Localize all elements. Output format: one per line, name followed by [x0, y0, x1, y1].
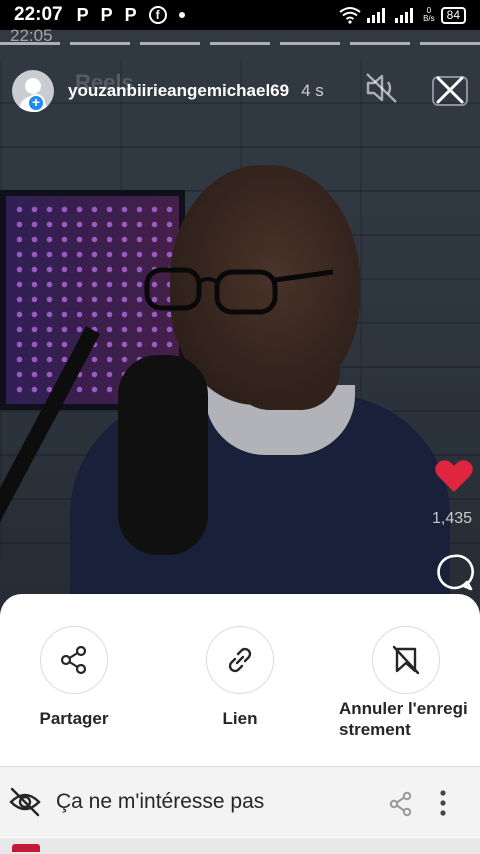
close-icon[interactable] — [430, 70, 470, 110]
link-action-circle[interactable] — [206, 626, 274, 694]
ghost-status-bar: 22:05 — [0, 26, 480, 48]
sheet-actions-row: Partager Lien Annuler l'enregistrement — [0, 626, 480, 766]
eye-off-icon — [9, 787, 41, 817]
like-count: 1,435 — [431, 510, 473, 527]
status-right: 0 B/s 84 — [339, 6, 466, 24]
notification-p-icon: P — [100, 4, 113, 25]
signal-icon-2 — [395, 8, 414, 23]
link-label: Lien — [222, 709, 258, 728]
battery-indicator: 84 — [440, 6, 466, 24]
heart-icon[interactable] — [434, 458, 474, 494]
share-icon[interactable] — [388, 791, 414, 817]
unsave-action-circle[interactable] — [372, 626, 440, 694]
add-story-plus-icon[interactable]: + — [27, 94, 45, 112]
next-item-peek — [0, 838, 480, 854]
not-interested-label: Ça ne m'intéresse pas — [56, 790, 265, 813]
notification-icons: P P P f — [77, 5, 185, 26]
share-icon — [60, 645, 87, 675]
signal-icon — [367, 8, 386, 23]
link-action[interactable]: Lien — [170, 626, 310, 729]
username[interactable]: youzanbiirieangemichael69 — [68, 81, 289, 101]
unsave-action[interactable]: Annuler l'enregistrement — [336, 626, 476, 740]
share-label: Partager — [39, 709, 109, 728]
more-options-icon[interactable] — [436, 789, 450, 817]
notification-p-icon: P — [76, 4, 89, 25]
not-interested-row[interactable]: Ça ne m'intéresse pas — [0, 767, 480, 837]
comment-icon[interactable] — [434, 552, 474, 592]
speaker-muted-icon[interactable] — [364, 70, 400, 106]
network-speed: 0 B/s — [423, 6, 435, 23]
unsave-bookmark-icon — [392, 645, 420, 675]
facebook-icon: f — [148, 6, 167, 24]
share-action[interactable]: Partager — [4, 626, 144, 729]
notification-p-icon: P — [124, 4, 137, 25]
status-time: 22:07 — [14, 4, 63, 25]
unsave-label: Annuler l'enregistrement — [339, 699, 468, 739]
more-notifications-dot-icon — [178, 12, 185, 18]
share-action-circle[interactable] — [40, 626, 108, 694]
reel-header: youzanbiirieangemichael69 4 s — [12, 70, 472, 112]
wifi-icon — [339, 7, 361, 24]
time-ago: 4 s — [301, 81, 324, 100]
link-icon — [228, 647, 252, 673]
options-bottom-sheet: Partager Lien Annuler l'enregistrement Ç… — [0, 594, 480, 854]
